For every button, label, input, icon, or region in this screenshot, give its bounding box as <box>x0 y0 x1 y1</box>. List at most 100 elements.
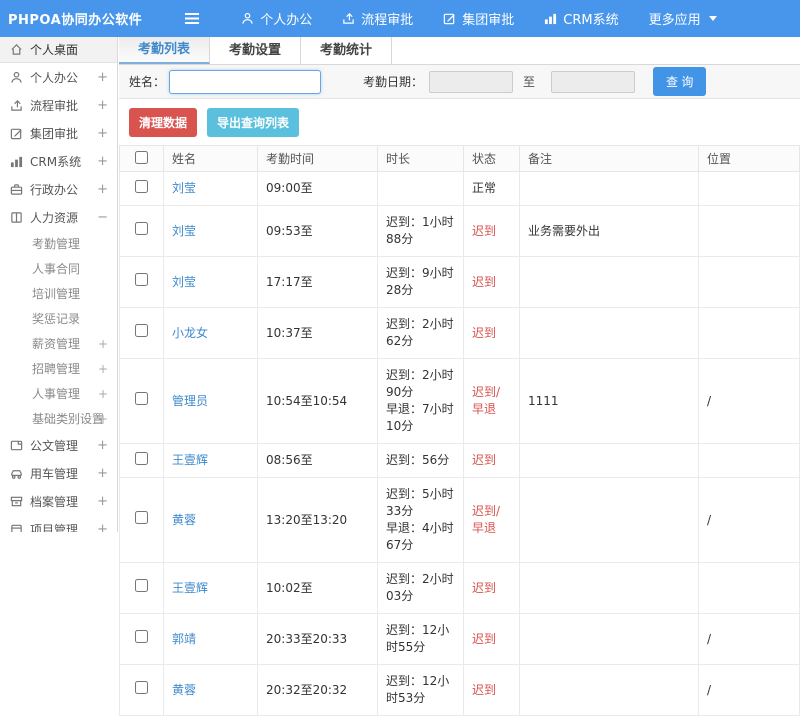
sidebar-subitem-label: 招聘管理 <box>32 362 81 376</box>
expand-plus-icon[interactable]: + <box>98 387 108 401</box>
expand-plus-icon[interactable]: + <box>97 154 108 169</box>
attendance-time: 10:02至 <box>257 562 378 614</box>
nav-item-label: 个人办公 <box>260 13 313 28</box>
row-checkbox[interactable] <box>135 324 148 337</box>
expand-plus-icon[interactable]: + <box>98 412 108 426</box>
duration: 迟到：5小时33分 早退：4小时67分 <box>377 477 464 563</box>
expand-plus-icon[interactable]: + <box>98 362 108 376</box>
status-badge: 迟到 <box>472 631 497 646</box>
employee-name-link[interactable]: 刘莹 <box>172 224 196 238</box>
duration: 迟到：2小时62分 <box>377 307 464 359</box>
sidebar-subitem-薪资管理[interactable]: 薪资管理 + <box>0 331 117 356</box>
sidebar-item-流程审批[interactable]: 流程审批 + <box>0 91 117 119</box>
status-badge: 迟到/早退 <box>472 385 501 416</box>
note <box>519 613 699 665</box>
nav-item-3[interactable]: 集团审批 <box>428 0 529 37</box>
note <box>519 562 699 614</box>
row-checkbox[interactable] <box>135 681 148 694</box>
app-logo[interactable]: PHPOA协同办公软件 <box>0 9 142 28</box>
employee-name-link[interactable]: 王壹辉 <box>172 453 208 467</box>
expand-plus-icon[interactable]: + <box>97 182 108 197</box>
nav-item-label: 更多应用 <box>648 13 701 28</box>
tab-考勤列表[interactable]: 考勤列表 <box>119 37 211 64</box>
employee-name-link[interactable]: 刘莹 <box>172 275 196 289</box>
sidebar-item-公文管理[interactable]: 公文管理 + <box>0 431 117 459</box>
select-all-checkbox[interactable] <box>135 150 148 164</box>
location <box>698 307 800 359</box>
row-checkbox[interactable] <box>135 511 148 524</box>
tab-考勤统计[interactable]: 考勤统计 <box>301 37 393 64</box>
name-filter-input[interactable] <box>169 69 322 94</box>
row-checkbox[interactable] <box>135 630 148 643</box>
sidebar-subitem-人事管理[interactable]: 人事管理 + <box>0 381 117 406</box>
expand-plus-icon[interactable]: + <box>97 494 108 509</box>
sidebar-item-label: 行政办公 <box>30 182 79 197</box>
column-header-考勤时间: 考勤时间 <box>257 145 378 172</box>
menu-toggle-button[interactable] <box>184 12 200 25</box>
nav-item-5[interactable]: 更多应用 <box>634 0 732 37</box>
person-icon <box>10 71 23 84</box>
sidebar-item-个人办公[interactable]: 个人办公 + <box>0 63 117 91</box>
search-button[interactable]: 查 询 <box>653 67 707 96</box>
sidebar-item-档案管理[interactable]: 档案管理 + <box>0 487 117 515</box>
sidebar-item-个人桌面[interactable]: 个人桌面 <box>0 37 117 63</box>
row-checkbox[interactable] <box>135 179 148 193</box>
date-to-input[interactable] <box>551 70 636 93</box>
employee-name-link[interactable]: 管理员 <box>172 394 208 408</box>
expand-plus-icon[interactable]: + <box>97 126 108 141</box>
status-badge: 正常 <box>472 181 497 195</box>
main-content: 考勤列表 考勤设置 考勤统计 姓名： 考勤日期： 至 查 询 清理数据 导出查询列表… <box>119 37 800 716</box>
date-from-input[interactable] <box>429 70 514 93</box>
row-checkbox[interactable] <box>135 451 148 465</box>
column-header-姓名: 姓名 <box>163 145 258 172</box>
row-checkbox[interactable] <box>135 392 148 405</box>
location <box>698 171 800 206</box>
employee-name-link[interactable]: 刘莹 <box>172 181 196 195</box>
note <box>519 307 699 359</box>
home-icon <box>10 43 23 56</box>
attendance-time: 20:33至20:33 <box>257 613 378 665</box>
row-checkbox[interactable] <box>135 222 148 235</box>
employee-name-link[interactable]: 郭靖 <box>172 632 196 646</box>
chart-icon <box>10 155 23 168</box>
status-badge: 迟到 <box>472 453 497 467</box>
clean-data-button[interactable]: 清理数据 <box>129 108 198 137</box>
expand-plus-icon[interactable]: + <box>97 522 108 533</box>
expand-plus-icon[interactable]: + <box>97 70 108 85</box>
sidebar-item-项目管理[interactable]: 项目管理 + <box>0 515 117 532</box>
sidebar-item-用车管理[interactable]: 用车管理 + <box>0 459 117 487</box>
row-checkbox[interactable] <box>135 579 148 592</box>
sidebar-subitem-培训管理[interactable]: 培训管理 <box>0 281 117 306</box>
employee-name-link[interactable]: 黄蓉 <box>172 513 196 527</box>
car-icon <box>10 467 23 480</box>
sidebar-item-label: 个人办公 <box>30 70 79 85</box>
location: / <box>698 358 800 444</box>
row-checkbox[interactable] <box>135 273 148 286</box>
employee-name-link[interactable]: 王壹辉 <box>172 581 208 595</box>
collapse-minus-icon[interactable]: − <box>97 210 108 225</box>
expand-plus-icon[interactable]: + <box>97 98 108 113</box>
employee-name-link[interactable]: 黄蓉 <box>172 683 196 697</box>
sidebar-subitem-招聘管理[interactable]: 招聘管理 + <box>0 356 117 381</box>
nav-item-4[interactable]: CRM系统 <box>529 0 633 37</box>
column-header-位置: 位置 <box>698 145 800 172</box>
attendance-time: 17:17至 <box>257 256 378 308</box>
sidebar-item-人力资源[interactable]: 人力资源 − <box>0 203 117 231</box>
location <box>698 205 800 257</box>
sidebar-item-label: 人力资源 <box>30 210 79 225</box>
expand-plus-icon[interactable]: + <box>98 337 108 351</box>
sidebar-item-CRM系统[interactable]: CRM系统 + <box>0 147 117 175</box>
sidebar-subitem-基础类别设置[interactable]: 基础类别设置 + <box>0 406 117 431</box>
nav-item-1[interactable]: 个人办公 <box>226 0 327 37</box>
expand-plus-icon[interactable]: + <box>97 438 108 453</box>
tab-考勤设置[interactable]: 考勤设置 <box>210 37 302 64</box>
export-list-button[interactable]: 导出查询列表 <box>207 108 300 137</box>
sidebar-item-集团审批[interactable]: 集团审批 + <box>0 119 117 147</box>
employee-name-link[interactable]: 小龙女 <box>172 326 208 340</box>
sidebar-subitem-考勤管理[interactable]: 考勤管理 <box>0 231 117 256</box>
expand-plus-icon[interactable]: + <box>97 466 108 481</box>
sidebar-item-行政办公[interactable]: 行政办公 + <box>0 175 117 203</box>
nav-item-2[interactable]: 流程审批 <box>327 0 428 37</box>
sidebar-subitem-奖惩记录[interactable]: 奖惩记录 <box>0 306 117 331</box>
sidebar-subitem-人事合同[interactable]: 人事合同 <box>0 256 117 281</box>
